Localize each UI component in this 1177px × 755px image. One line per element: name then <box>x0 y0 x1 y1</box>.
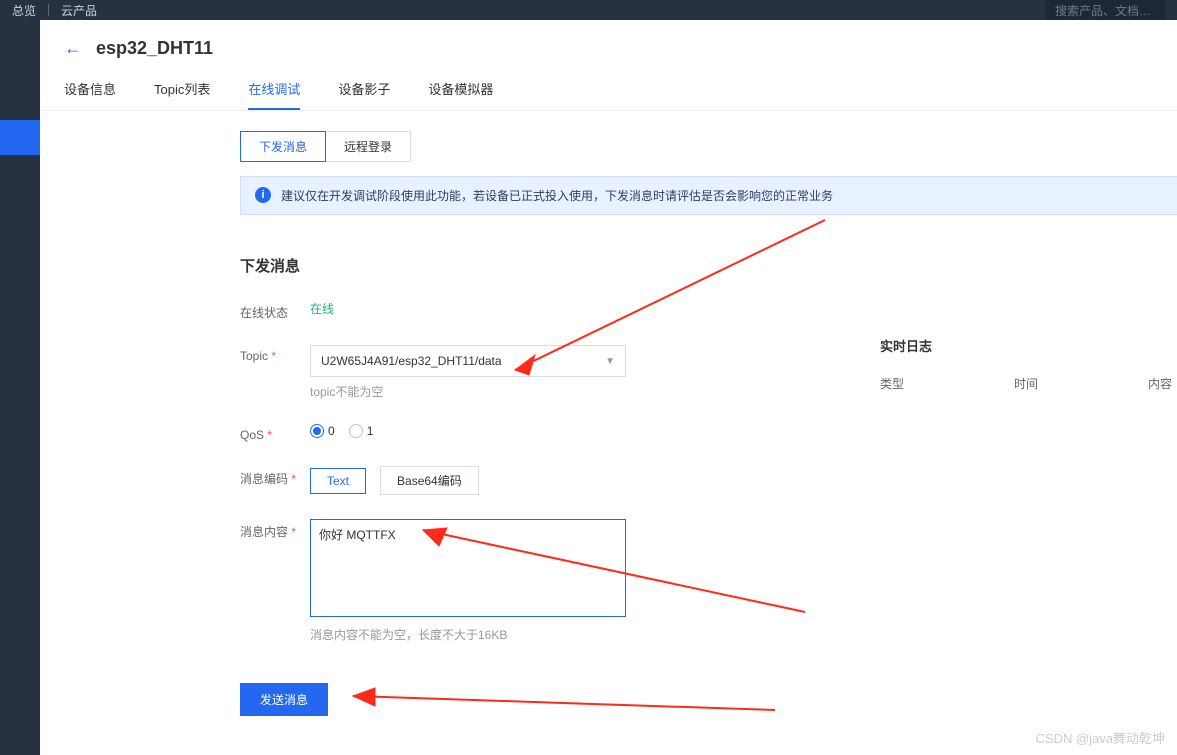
nav-cloud-products[interactable]: 云产品 <box>61 2 97 19</box>
log-col-type: 类型 <box>880 375 904 392</box>
tab-online-debug[interactable]: 在线调试 <box>248 79 300 110</box>
watermark: CSDN @java舞动乾坤 <box>1036 728 1166 747</box>
qos-radio-0[interactable]: 0 <box>310 424 335 438</box>
message-hint: 消息内容不能为空，长度不大于16KB <box>310 626 1177 643</box>
label-qos: QoS * <box>240 424 310 442</box>
label-topic: Topic * <box>240 345 310 363</box>
log-col-content: 内容 <box>1148 375 1172 392</box>
page-title: esp32_DHT11 <box>96 38 213 59</box>
tab-device-info[interactable]: 设备信息 <box>64 79 116 110</box>
encoding-text-button[interactable]: Text <box>310 468 366 494</box>
device-tabs: 设备信息 Topic列表 在线调试 设备影子 设备模拟器 <box>40 65 1177 111</box>
search-input[interactable]: 搜索产品、文档… <box>1045 0 1165 21</box>
sub-tabs: 下发消息 远程登录 <box>240 131 1177 162</box>
log-title: 实时日志 <box>880 336 1177 355</box>
sidebar-item-active[interactable] <box>0 120 40 155</box>
info-icon: i <box>255 187 271 203</box>
radio-icon <box>310 424 324 438</box>
send-message-button[interactable]: 发送消息 <box>240 683 328 716</box>
log-col-time: 时间 <box>1014 375 1038 392</box>
nav-overview[interactable]: 总览 <box>12 2 36 19</box>
subtab-send-message[interactable]: 下发消息 <box>240 131 326 162</box>
topic-value: U2W65J4A91/esp32_DHT11/data <box>321 354 502 368</box>
back-arrow-icon[interactable]: ← <box>64 38 82 59</box>
top-bar: 总览 云产品 搜索产品、文档… <box>0 0 1177 20</box>
subtab-remote-login[interactable]: 远程登录 <box>326 131 411 162</box>
tab-device-simulator[interactable]: 设备模拟器 <box>428 79 493 110</box>
status-value: 在线 <box>310 300 1177 317</box>
message-textarea[interactable] <box>310 519 626 617</box>
tab-device-shadow[interactable]: 设备影子 <box>338 79 390 110</box>
realtime-log-panel: 实时日志 类型 时间 内容 <box>880 336 1177 392</box>
qos-radio-1[interactable]: 1 <box>349 424 374 438</box>
encoding-base64-button[interactable]: Base64编码 <box>380 466 479 495</box>
sidebar <box>0 20 40 755</box>
section-title: 下发消息 <box>240 255 1177 276</box>
label-encoding: 消息编码 * <box>240 466 310 487</box>
label-message: 消息内容 * <box>240 519 310 540</box>
radio-icon <box>349 424 363 438</box>
topic-select[interactable]: U2W65J4A91/esp32_DHT11/data ▼ <box>310 345 626 377</box>
label-status: 在线状态 <box>240 300 310 321</box>
chevron-down-icon: ▼ <box>605 356 615 367</box>
info-alert: i 建议仅在开发调试阶段使用此功能，若设备已正式投入使用，下发消息时请评估是否会… <box>240 176 1177 215</box>
divider <box>48 4 49 16</box>
tab-topic-list[interactable]: Topic列表 <box>154 79 210 110</box>
alert-text: 建议仅在开发调试阶段使用此功能，若设备已正式投入使用，下发消息时请评估是否会影响… <box>281 187 833 204</box>
